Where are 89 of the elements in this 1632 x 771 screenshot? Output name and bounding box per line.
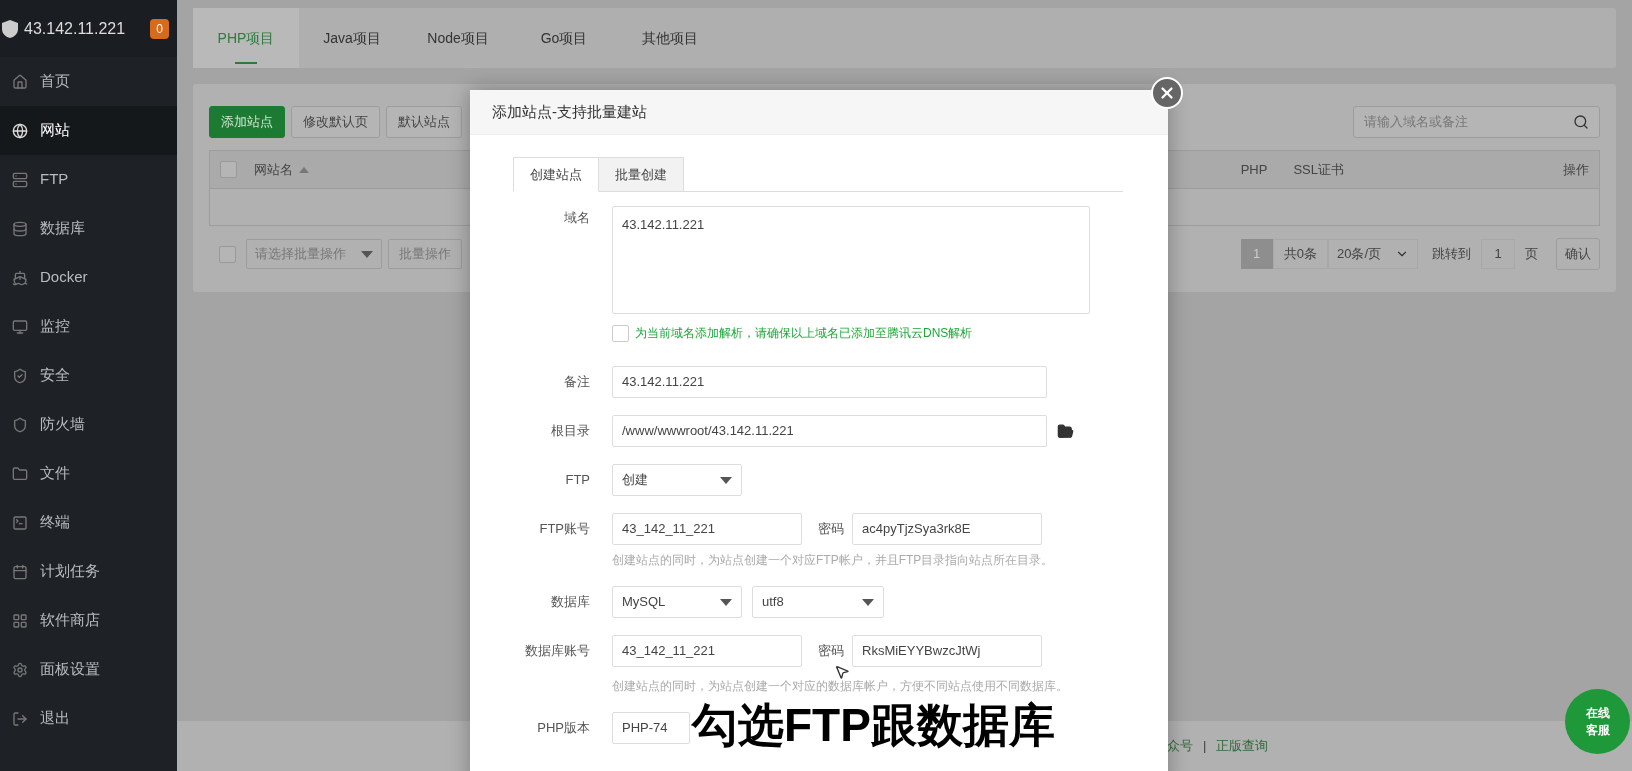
shield-logo-icon (2, 19, 18, 38)
sort-icon (299, 166, 309, 173)
settings-icon (12, 661, 28, 678)
home-icon (12, 73, 28, 90)
close-icon (1158, 84, 1176, 102)
password-field[interactable]: ac4pyTjzSya3rk8E (852, 513, 1042, 545)
monitor-icon (12, 318, 28, 335)
remark-field[interactable]: 43.142.11.221 (612, 366, 1047, 398)
sidebar-item[interactable]: 数据库 (0, 204, 177, 253)
server-icon (12, 171, 28, 188)
caret-icon (862, 598, 874, 606)
sidebar-item[interactable]: 计划任务 (0, 547, 177, 596)
footer-separator: | (1203, 737, 1207, 756)
field-label: 数据库 (550, 593, 591, 612)
database-account-field[interactable]: 43_142_11_221 (612, 635, 802, 667)
modal-title: 添加站点-支持批量建站 (492, 101, 647, 122)
folder-icon[interactable] (1057, 422, 1074, 440)
sidebar-item[interactable]: 安全 (0, 351, 177, 400)
host-address: 43.142.11.221 (24, 18, 126, 39)
column-header[interactable]: 网站名 (254, 159, 309, 180)
caret-icon (720, 598, 732, 606)
globe-icon (12, 122, 28, 139)
search-icon[interactable] (1573, 114, 1589, 130)
dropdown[interactable]: 创建 (612, 464, 742, 496)
page-input[interactable]: 1 (1481, 239, 1515, 269)
folder-icon (12, 465, 28, 482)
terminal-icon (12, 514, 28, 531)
toolbar-button[interactable]: 添加站点 (209, 106, 285, 138)
total-count: 共0条 (1272, 239, 1328, 269)
field-label: 域名 (563, 209, 591, 227)
field-label: 根目录 (550, 422, 591, 441)
column-header: SSL证书 (1293, 160, 1344, 179)
domain-textarea[interactable]: 43.142.11.221 (612, 206, 1090, 314)
sidebar-item[interactable]: 网站 (0, 106, 177, 155)
project-tab[interactable]: 其他项目 (617, 8, 723, 68)
ship-icon (12, 269, 28, 286)
ftp-account-field[interactable]: 43_142_11_221 (612, 513, 802, 545)
confirm-button[interactable]: 确认 (1556, 238, 1600, 270)
sidebar-item[interactable]: 面板设置 (0, 645, 177, 694)
dns-option-label: 为当前域名添加解析，请确保以上域名已添加至腾讯云DNS解析 (635, 325, 973, 342)
password-label: 密码 (818, 642, 844, 661)
page-size-select[interactable]: 20条/页 (1327, 239, 1418, 269)
column-header: PHP (1240, 160, 1268, 179)
sidebar-item[interactable]: 文件 (0, 449, 177, 498)
grid-icon (12, 612, 28, 629)
field-label: FTP (564, 471, 591, 490)
dropdown[interactable]: MySQL (612, 586, 742, 618)
php-version-field[interactable]: PHP-74 (612, 712, 690, 744)
close-button[interactable] (1151, 77, 1183, 109)
sidebar-item[interactable]: 监控 (0, 302, 177, 351)
sidebar-item[interactable]: 软件商店 (0, 596, 177, 645)
sidebar-item[interactable]: Docker (0, 253, 177, 302)
checkbox[interactable] (612, 324, 629, 342)
hint-text: 创建站点的同时，为站点创建一个对应的数据库帐户，方便不同站点使用不同数据库。 (612, 678, 1068, 695)
field-label: FTP账号 (538, 520, 591, 539)
project-tab[interactable]: Java项目 (299, 8, 405, 68)
sidebar-item[interactable]: FTP (0, 155, 177, 204)
database-icon (12, 220, 28, 237)
toolbar-button[interactable]: 默认站点 (386, 106, 462, 138)
logout-icon (12, 710, 28, 727)
field-label: 数据库账号 (524, 642, 591, 661)
password-label: 密码 (818, 520, 844, 539)
checkbox[interactable] (219, 245, 236, 263)
toolbar-button[interactable]: 修改默认页 (291, 106, 380, 138)
column-header: 操作 (1563, 160, 1589, 179)
password-field[interactable]: RksMiEYYBwzcJtWj (852, 635, 1042, 667)
sidebar-item[interactable]: 首页 (0, 57, 177, 106)
root-directory-field[interactable]: /www/wwwroot/43.142.11.221 (612, 415, 1047, 447)
caret-icon (361, 250, 373, 258)
sidebar-item[interactable]: 防火墙 (0, 400, 177, 449)
hint-text: 创建站点的同时，为站点创建一个对应FTP帐户，并且FTP目录指向站点所在目录。 (612, 552, 1054, 569)
project-tab[interactable]: Node项目 (405, 8, 511, 68)
field-label: 备注 (563, 373, 591, 392)
project-tab[interactable]: Go项目 (511, 8, 617, 68)
modal-tab[interactable]: 创建站点 (513, 157, 599, 192)
caret-icon (720, 476, 732, 484)
sidebar-item[interactable]: 退出 (0, 694, 177, 743)
jump-label: 跳转到 (1432, 245, 1471, 264)
calendar-icon (12, 563, 28, 580)
dropdown[interactable]: utf8 (752, 586, 884, 618)
shield-check-icon (12, 367, 28, 384)
checkbox[interactable] (220, 161, 237, 178)
field-label: PHP版本 (536, 719, 591, 738)
shield-icon (12, 416, 28, 433)
caption-overlay: 勾选FTP跟数据库 (692, 702, 1055, 748)
page-unit: 页 (1525, 245, 1538, 264)
modal-tab[interactable]: 批量创建 (599, 157, 684, 192)
sidebar-item[interactable]: 终端 (0, 498, 177, 547)
mouse-cursor-icon (834, 664, 850, 680)
